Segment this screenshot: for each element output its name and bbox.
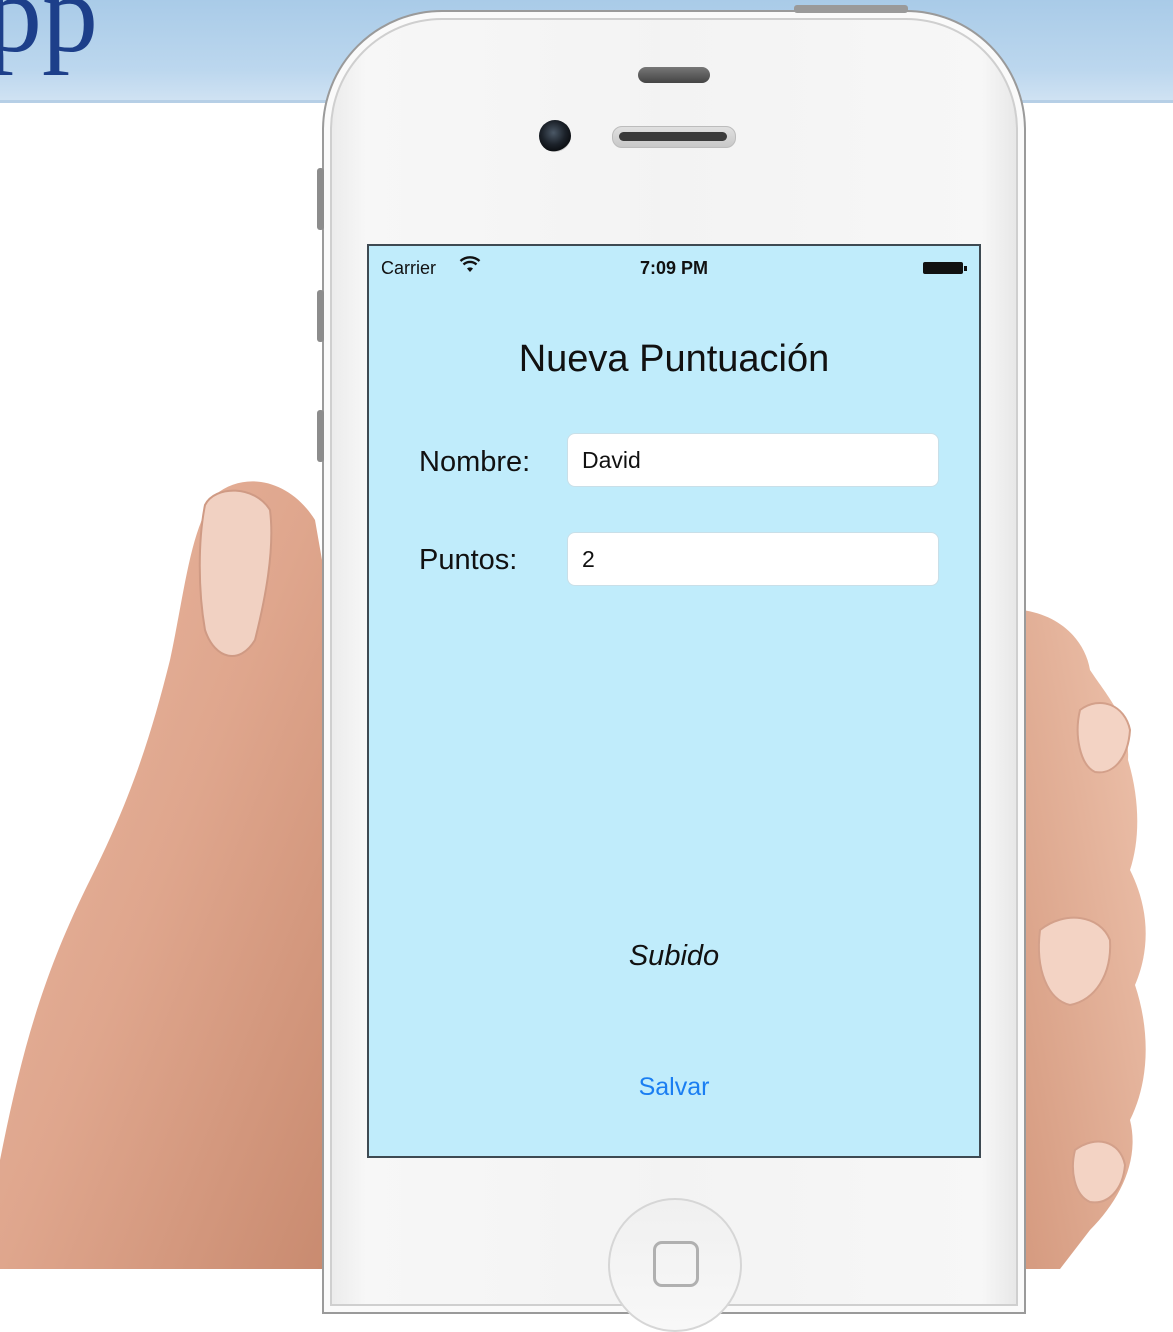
name-field[interactable] bbox=[567, 433, 939, 487]
name-label: Nombre: bbox=[419, 446, 531, 478]
volume-up-button bbox=[317, 290, 324, 342]
save-button[interactable]: Salvar bbox=[599, 1072, 749, 1103]
upload-status-text: Subido bbox=[628, 940, 720, 972]
points-label: Puntos: bbox=[419, 544, 518, 576]
power-button bbox=[794, 5, 908, 13]
points-field[interactable] bbox=[567, 532, 939, 586]
front-camera-icon bbox=[539, 120, 571, 152]
volume-down-button bbox=[317, 410, 324, 462]
battery-icon bbox=[923, 262, 967, 274]
phone-screen: Carrier 7:09 PM Nueva Puntuación Nombre:… bbox=[367, 244, 981, 1158]
page-title: Nueva Puntuación bbox=[518, 338, 830, 380]
mute-switch bbox=[317, 168, 324, 230]
status-time: 7:09 PM bbox=[639, 258, 709, 278]
home-button-icon[interactable] bbox=[608, 1198, 742, 1332]
earpiece-speaker-icon bbox=[612, 126, 736, 148]
sensor-slot bbox=[638, 67, 710, 83]
